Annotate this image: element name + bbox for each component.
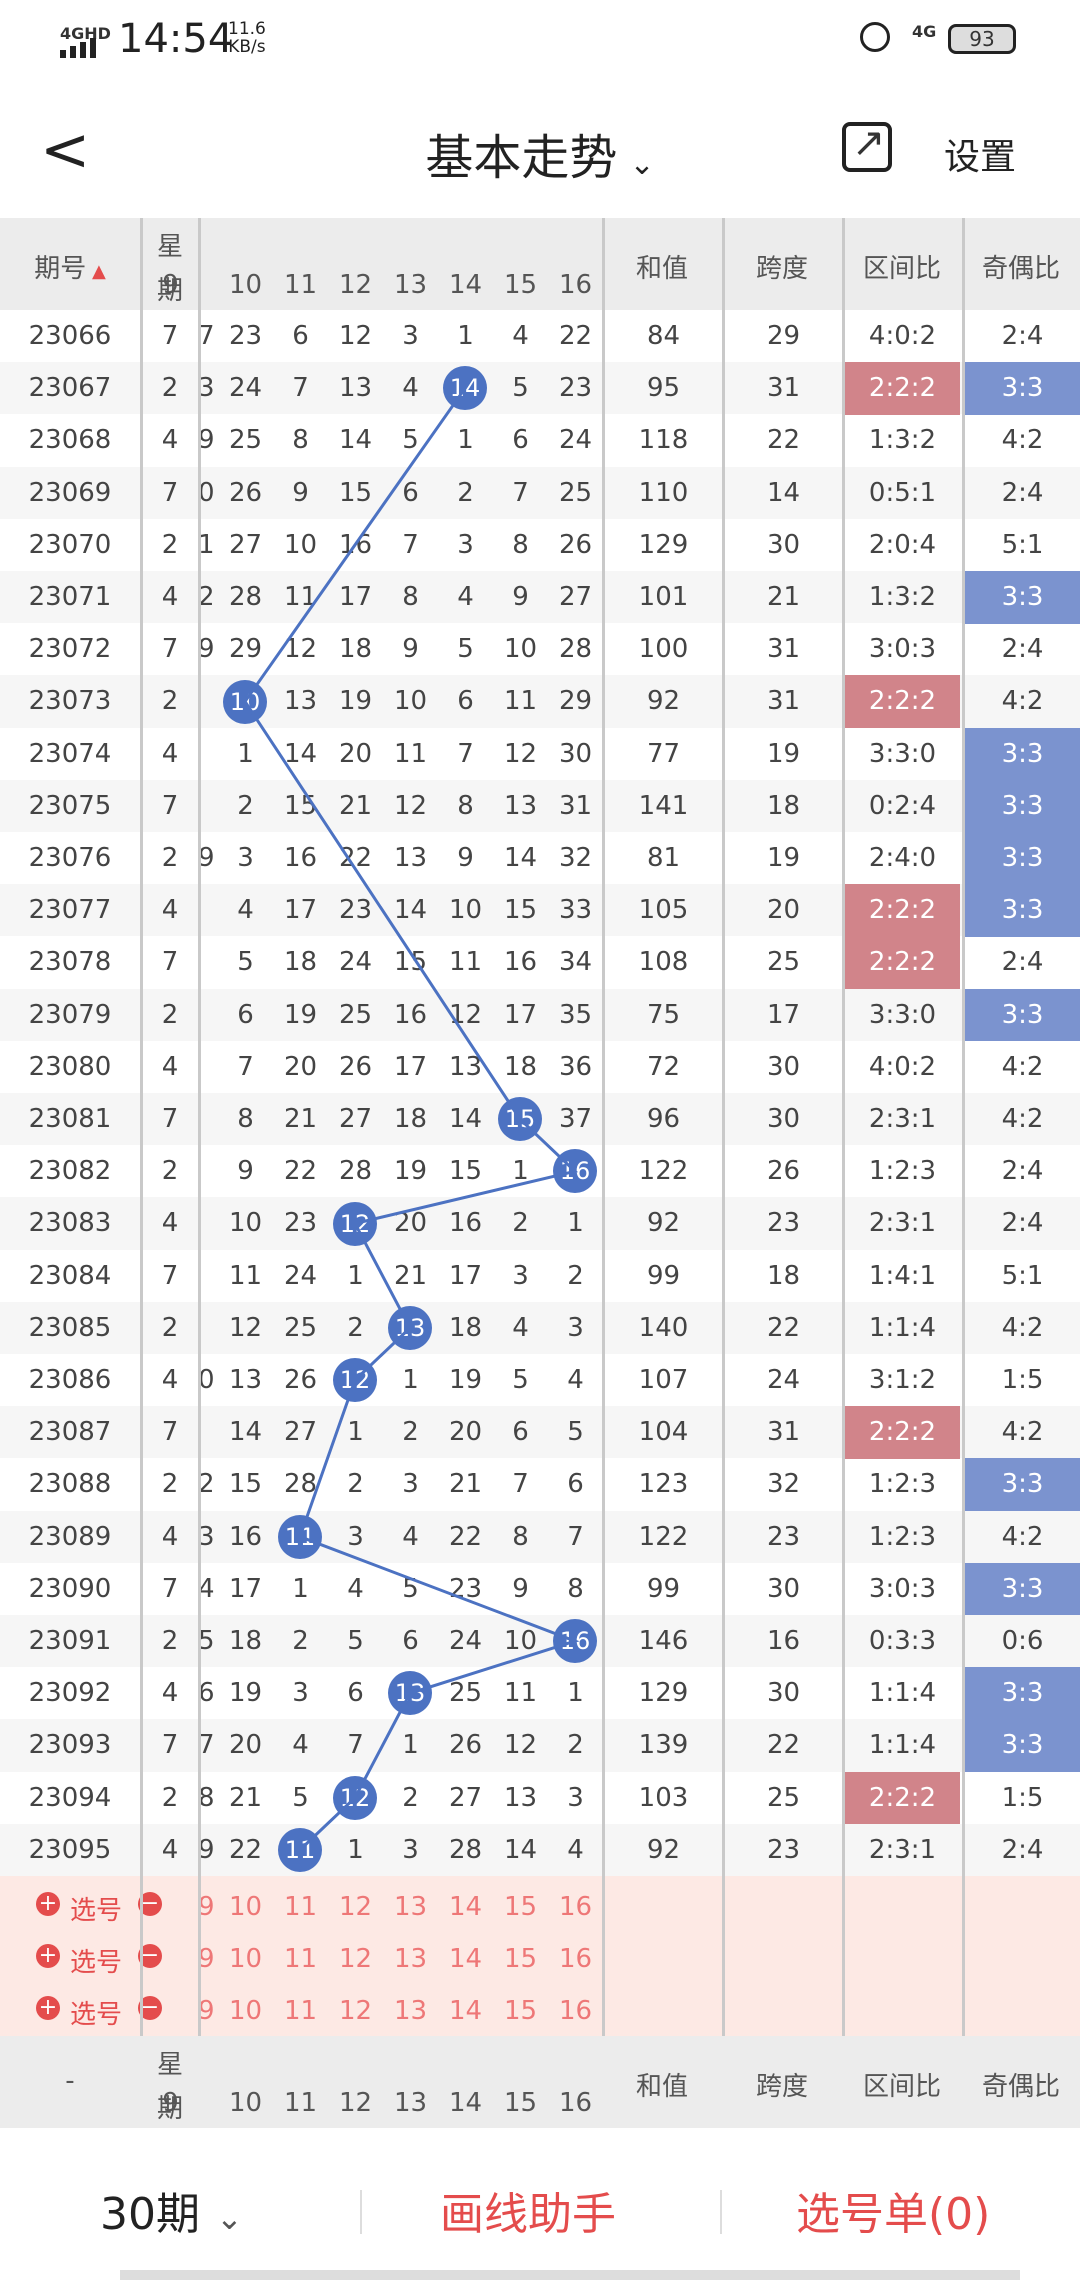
number-select-area: + 选号 −9 10 11 12 13 14 15 16 + 选号 −9 10 11 12 13 14 15 16 + 选… <box>0 1876 1080 2036</box>
pick-list-button[interactable]: 选号单(0) <box>796 2178 990 2242</box>
select-number[interactable]: 11 <box>273 1996 328 2026</box>
header-number-16: 16 <box>558 270 593 300</box>
period-label: 30期 <box>100 2189 200 2240</box>
header-number-12: 12 <box>338 2088 373 2118</box>
select-number[interactable]: 10 <box>218 1892 273 1922</box>
nav-bar: < 基本走势⌄ 设置 <box>0 80 1080 218</box>
table-header: 期号 ▲ 星 期 和值 跨度 区间比 奇偶比 9 10 11 12 13 14 15 16 <box>0 218 1080 310</box>
header-number-14: 14 <box>448 270 483 300</box>
net-speed: 11.6 KB/s <box>228 20 266 56</box>
header-number-15: 15 <box>503 270 538 300</box>
divider <box>720 2190 722 2234</box>
select-number[interactable]: 15 <box>493 1996 548 2026</box>
chevron-down-icon: ⌄ <box>629 147 655 182</box>
select-label: 选号 <box>70 1948 123 1978</box>
add-icon[interactable]: + <box>36 1892 60 1916</box>
alarm-icon <box>860 22 890 52</box>
select-number[interactable]: 15 <box>493 1892 548 1922</box>
select-number[interactable]: 13 <box>383 1944 438 1974</box>
select-number[interactable]: 16 <box>548 1944 603 1974</box>
header-number-11: 11 <box>283 270 318 300</box>
select-label: 选号 <box>70 2000 123 2030</box>
header-number-11: 11 <box>283 2088 318 2118</box>
header-span: 跨度 <box>755 254 808 284</box>
trend-lines <box>243 387 580 1851</box>
header-number-12: 12 <box>338 270 373 300</box>
column-divider <box>198 218 201 2036</box>
header-number-13: 13 <box>393 2088 428 2118</box>
select-row: + 选号 −9 10 11 12 13 14 15 16 <box>0 1984 1080 2036</box>
sort-icon: ▲ <box>86 261 106 282</box>
header-week-1: 星 <box>156 232 183 262</box>
header-sum: 和值 <box>635 254 688 284</box>
select-number[interactable]: 14 <box>438 1996 493 2026</box>
select-label: 选号 <box>70 1896 123 1926</box>
header-number-14: 14 <box>448 2088 483 2118</box>
draw-helper-button[interactable]: 画线助手 <box>440 2178 616 2242</box>
footer-week-1: 星 <box>156 2050 183 2080</box>
select-number[interactable]: 14 <box>438 1892 493 1922</box>
trend-line <box>243 387 580 1851</box>
select-number[interactable]: 10 <box>218 1996 273 2026</box>
header-number-9: 9 <box>162 270 179 300</box>
select-number[interactable]: 16 <box>548 1996 603 2026</box>
add-icon[interactable]: + <box>36 1996 60 2020</box>
footer-sum: 和值 <box>635 2072 688 2102</box>
net-speed-unit: KB/s <box>228 37 266 57</box>
select-number[interactable]: 13 <box>383 1996 438 2026</box>
network-4g: 4G <box>912 22 937 41</box>
column-divider <box>602 218 605 2036</box>
battery-icon: 93 <box>948 24 1016 54</box>
select-number[interactable]: 13 <box>383 1892 438 1922</box>
column-divider <box>842 218 845 2036</box>
header-range-ratio: 区间比 <box>862 254 941 284</box>
page-title[interactable]: 基本走势 ⌄ <box>0 118 1080 188</box>
column-divider <box>140 218 143 2036</box>
share-icon[interactable] <box>842 120 892 172</box>
column-divider <box>722 218 725 2036</box>
status-bar: 4GHD 14:54 11.6 KB/s 4G 93 <box>0 0 1080 80</box>
header-odd-even: 奇偶比 <box>981 254 1060 284</box>
select-row: + 选号 −9 10 11 12 13 14 15 16 <box>0 1932 1080 1984</box>
net-speed-value: 11.6 <box>228 19 266 39</box>
settings-button[interactable]: 设置 <box>944 128 1016 180</box>
select-row: + 选号 −9 10 11 12 13 14 15 16 <box>0 1880 1080 1932</box>
select-number[interactable]: 12 <box>328 1892 383 1922</box>
divider <box>360 2190 362 2234</box>
header-number-10: 10 <box>228 270 263 300</box>
select-number[interactable]: 11 <box>273 1892 328 1922</box>
header-number-10: 10 <box>228 2088 263 2118</box>
select-number[interactable]: 12 <box>328 1996 383 2026</box>
select-number[interactable]: 15 <box>493 1944 548 1974</box>
footer-odd-even: 奇偶比 <box>981 2072 1060 2102</box>
add-icon[interactable]: + <box>36 1944 60 1968</box>
select-number[interactable]: 16 <box>548 1892 603 1922</box>
select-number[interactable]: 11 <box>273 1944 328 1974</box>
header-issue-label: 期号 <box>34 254 87 284</box>
footer-range-ratio: 区间比 <box>862 2072 941 2102</box>
select-number[interactable]: 10 <box>218 1944 273 1974</box>
select-number[interactable]: 14 <box>438 1944 493 1974</box>
signal-icon <box>60 38 100 58</box>
header-number-16: 16 <box>558 2088 593 2118</box>
footer-span: 跨度 <box>755 2072 808 2102</box>
bottom-bar: 30期 ⌄ 画线助手 选号单(0) <box>0 2130 1080 2280</box>
header-number-13: 13 <box>393 270 428 300</box>
horizontal-scrollbar[interactable] <box>120 2270 1020 2280</box>
header-number-9: 9 <box>162 2088 179 2118</box>
chevron-down-icon: ⌄ <box>216 2199 243 2237</box>
column-divider <box>962 218 965 2036</box>
clock: 14:54 <box>118 16 234 62</box>
footer-dash: - <box>65 2066 75 2096</box>
title-text: 基本走势 <box>425 130 618 186</box>
table-footer-header: - 星 期 和值 跨度 区间比 奇偶比 9 10 11 12 13 14 15 16 <box>0 2036 1080 2128</box>
period-selector[interactable]: 30期 ⌄ <box>100 2178 243 2242</box>
header-issue[interactable]: 期号 ▲ <box>0 248 140 285</box>
header-number-15: 15 <box>503 2088 538 2118</box>
select-number[interactable]: 12 <box>328 1944 383 1974</box>
